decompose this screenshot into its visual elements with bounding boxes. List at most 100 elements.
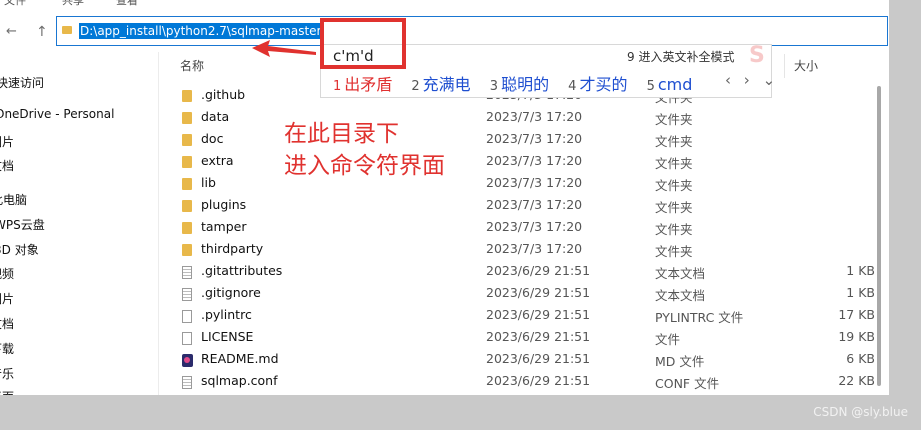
text-file-icon xyxy=(182,376,192,389)
file-name: thirdparty xyxy=(201,241,264,256)
file-type: CONF 文件 xyxy=(655,376,720,391)
chevron-down-icon[interactable]: ⌄ xyxy=(763,71,776,89)
table-row[interactable]: lib 2023/7/3 17:20 文件夹 xyxy=(170,173,889,195)
file-name: extra xyxy=(201,153,234,168)
candidate-number: 5 xyxy=(646,79,655,94)
candidate-number: 1 xyxy=(333,79,342,94)
file-name: doc xyxy=(201,131,224,146)
ime-candidate-1[interactable]: 1 出矛盾 xyxy=(333,71,392,95)
file-name: README.md xyxy=(201,351,279,366)
folder-icon xyxy=(182,222,192,234)
file-size: 6 KB xyxy=(846,351,875,366)
file-date: 2023/7/3 17:20 xyxy=(486,131,583,146)
candidate-number: 3 xyxy=(489,79,499,94)
file-type: 文件夹 xyxy=(655,222,693,237)
table-row[interactable]: doc 2023/7/3 17:20 文件夹 xyxy=(170,129,889,151)
sidebar-item-pictures[interactable]: 图片 xyxy=(0,133,14,150)
ime-candidate-2[interactable]: 2 充满电 xyxy=(411,71,470,95)
navigation-pane: 快速访问 OneDrive - Personal 图片 文档 此电脑 WPS云盘… xyxy=(0,52,159,395)
file-name: .github xyxy=(201,87,246,102)
column-divider[interactable] xyxy=(784,54,785,78)
chevron-right-icon[interactable]: › xyxy=(744,71,750,89)
file-size: 19 KB xyxy=(838,329,875,344)
file-name: tamper xyxy=(201,219,247,234)
ime-candidate-4[interactable]: 4 才买的 xyxy=(568,71,627,95)
sidebar-item-pictures-2[interactable]: 图片 xyxy=(0,290,14,307)
sidebar-item-3d-objects[interactable]: 3D 对象 xyxy=(0,241,39,258)
ime-page-controls: ‹ › ⌄ xyxy=(725,71,783,89)
table-row[interactable]: README.md 2023/6/29 21:51 MD 文件 6 KB xyxy=(170,349,889,371)
file-explorer-window: 文件 共享 查看 ← ↑ D:\app_install\python2.7\sq… xyxy=(0,0,889,395)
table-row[interactable]: LICENSE 2023/6/29 21:51 文件 19 KB xyxy=(170,327,889,349)
file-date: 2023/7/3 17:20 xyxy=(486,109,583,124)
sidebar-item-documents[interactable]: 文档 xyxy=(0,157,14,174)
ime-candidate-3[interactable]: 3 聪明的 xyxy=(490,71,549,95)
sidebar-item-wps-cloud[interactable]: WPS云盘 xyxy=(0,216,45,233)
ime-candidate-5[interactable]: 5 cmd xyxy=(647,75,693,94)
ime-english-mode-hint[interactable]: 9 进入英文补全模式 xyxy=(627,48,734,65)
column-header-name[interactable]: 名称 xyxy=(180,57,204,74)
markdown-file-icon xyxy=(182,354,193,367)
ribbon-tab-file[interactable]: 文件 xyxy=(4,0,26,8)
table-row[interactable]: plugins 2023/7/3 17:20 文件夹 xyxy=(170,195,889,217)
table-row[interactable]: thirdparty 2023/7/3 17:20 文件夹 xyxy=(170,239,889,261)
sidebar-item-this-pc[interactable]: 此电脑 xyxy=(0,191,27,208)
annotation-arrow-icon xyxy=(252,40,316,57)
file-name: sqlmap.conf xyxy=(201,373,278,388)
folder-icon xyxy=(182,112,192,124)
folder-icon xyxy=(182,156,192,168)
back-button[interactable]: ← xyxy=(6,24,17,39)
sidebar-item-videos[interactable]: 视频 xyxy=(0,265,14,282)
sidebar-item-music[interactable]: 音乐 xyxy=(0,365,14,382)
file-size: 17 KB xyxy=(838,307,875,322)
candidate-word: cmd xyxy=(657,75,693,94)
annotation-line-2: 进入命令符界面 xyxy=(284,153,445,179)
file-name: .gitignore xyxy=(201,285,261,300)
text-file-icon xyxy=(182,288,192,301)
up-button[interactable]: ↑ xyxy=(36,24,48,40)
chevron-left-icon[interactable]: ‹ xyxy=(725,71,731,89)
file-date: 2023/6/29 21:51 xyxy=(486,351,591,366)
file-name: .pylintrc xyxy=(201,307,252,322)
column-header-size[interactable]: 大小 xyxy=(794,57,818,74)
address-bar[interactable]: D:\app_install\python2.7\sqlmap-master xyxy=(56,16,888,46)
table-row[interactable]: .gitignore 2023/6/29 21:51 文本文档 1 KB xyxy=(170,283,889,305)
folder-icon xyxy=(62,26,72,34)
file-icon xyxy=(182,332,192,345)
candidate-word: 聪明的 xyxy=(501,75,550,94)
address-path[interactable]: D:\app_install\python2.7\sqlmap-master xyxy=(79,23,323,39)
candidate-number: 4 xyxy=(568,79,577,94)
table-row[interactable]: sqlmap.conf 2023/6/29 21:51 CONF 文件 22 K… xyxy=(170,371,889,393)
watermark: CSDN @sly.blue xyxy=(813,405,908,419)
file-size: 1 KB xyxy=(846,263,875,278)
scrollbar-thumb[interactable] xyxy=(877,86,881,386)
table-row[interactable]: .gitattributes 2023/6/29 21:51 文本文档 1 KB xyxy=(170,261,889,283)
file-type: 文件 xyxy=(655,332,681,347)
sidebar-item-desktop[interactable]: 桌面 xyxy=(0,388,14,395)
folder-icon xyxy=(182,134,192,146)
ribbon-tab-share[interactable]: 共享 xyxy=(62,0,84,8)
ribbon-tab-view[interactable]: 查看 xyxy=(116,0,138,8)
folder-icon xyxy=(182,90,192,102)
table-row[interactable]: .pylintrc 2023/6/29 21:51 PYLINTRC 文件 17… xyxy=(170,305,889,327)
folder-icon xyxy=(182,178,192,190)
file-name: data xyxy=(201,109,230,124)
table-row[interactable]: data 2023/7/3 17:20 文件夹 xyxy=(170,107,889,129)
file-icon xyxy=(182,310,192,323)
table-row[interactable]: extra 2023/7/3 17:20 文件夹 xyxy=(170,151,889,173)
table-row[interactable]: tamper 2023/7/3 17:20 文件夹 xyxy=(170,217,889,239)
file-type: PYLINTRC 文件 xyxy=(655,310,744,325)
sidebar-item-downloads[interactable]: 下载 xyxy=(0,340,14,357)
ime-candidate-list: 1 出矛盾 2 充满电 3 聪明的 4 才买的 5 cmd xyxy=(333,71,706,95)
file-date: 2023/7/3 17:20 xyxy=(486,219,583,234)
sidebar-item-documents-2[interactable]: 文档 xyxy=(0,315,14,332)
sidebar-item-quick-access[interactable]: 快速访问 xyxy=(0,74,44,91)
file-type: 文件夹 xyxy=(655,112,693,127)
file-name: .gitattributes xyxy=(201,263,283,278)
file-date: 2023/6/29 21:51 xyxy=(486,373,591,388)
folder-icon xyxy=(182,244,192,256)
file-date: 2023/6/29 21:51 xyxy=(486,307,591,322)
sidebar-item-onedrive[interactable]: OneDrive - Personal xyxy=(0,107,114,121)
file-name: lib xyxy=(201,175,216,190)
file-date: 2023/7/3 17:20 xyxy=(486,241,583,256)
